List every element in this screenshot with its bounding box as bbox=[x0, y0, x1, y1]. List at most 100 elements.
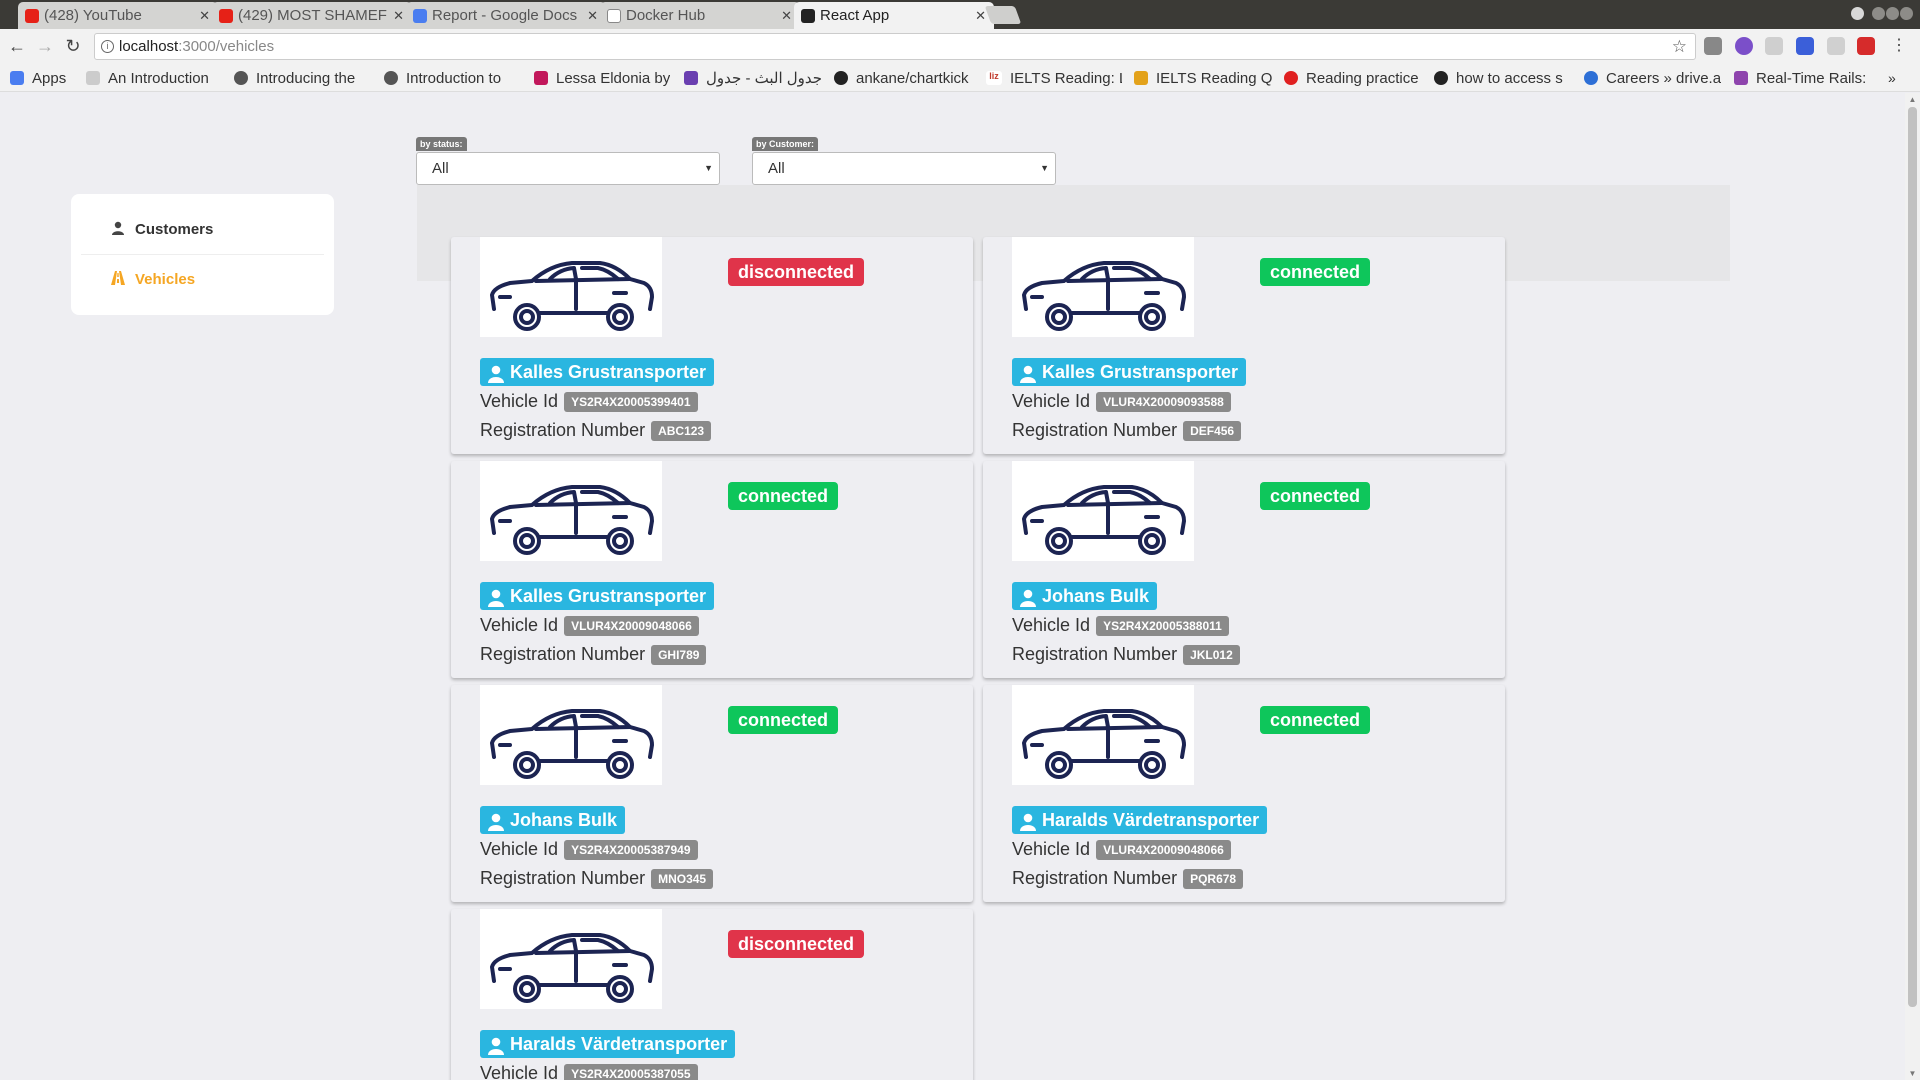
vehicle-id-value: YS2R4X20005399401 bbox=[564, 391, 698, 412]
vehicle-id-row: Vehicle Id VLUR4X20009048066 bbox=[480, 615, 699, 636]
star-icon[interactable]: ☆ bbox=[1672, 34, 1687, 59]
extension-icon[interactable] bbox=[1735, 37, 1753, 55]
tab-docker-hub[interactable]: Docker Hub ✕ bbox=[600, 2, 800, 29]
scroll-down-icon[interactable]: ▼ bbox=[1908, 1069, 1917, 1078]
bookmark-apps[interactable]: Apps bbox=[10, 68, 78, 88]
url-host: localhost bbox=[119, 38, 179, 55]
bookmark-item[interactable]: جدول البث - جدول bbox=[684, 68, 822, 88]
status-filter-label: by status: bbox=[416, 137, 467, 151]
sidebar: Customers Vehicles bbox=[71, 194, 334, 315]
extension-icon[interactable] bbox=[1765, 37, 1783, 55]
bookmark-item[interactable]: IELTS Reading Q bbox=[1134, 68, 1272, 88]
address-bar[interactable]: i localhost:3000/vehicles ☆ bbox=[94, 33, 1696, 60]
customer-badge[interactable]: Johans Bulk bbox=[480, 806, 626, 834]
bookmark-item[interactable]: Introducing the bbox=[234, 68, 368, 88]
close-icon[interactable]: ✕ bbox=[587, 8, 598, 24]
vehicle-id-label: Vehicle Id bbox=[1012, 391, 1091, 411]
bookmark-item[interactable]: Introduction to bbox=[384, 68, 520, 88]
car-icon bbox=[480, 909, 662, 1009]
menu-icon[interactable]: ⋮ bbox=[1888, 35, 1910, 57]
tab-youtube[interactable]: (428) YouTube ✕ bbox=[18, 2, 218, 29]
youtube-icon bbox=[219, 9, 233, 23]
scroll-up-icon[interactable]: ▲ bbox=[1908, 95, 1917, 104]
close-icon[interactable]: ✕ bbox=[975, 8, 986, 24]
back-button[interactable]: ← bbox=[6, 35, 28, 57]
bookmark-item[interactable]: Careers » drive.a bbox=[1584, 68, 1722, 88]
bookmark-item[interactable]: how to access s bbox=[1434, 68, 1572, 88]
vehicle-card: disconnected Haralds Värdetransporter Ve… bbox=[451, 909, 973, 1080]
status-badge: connected bbox=[728, 706, 839, 734]
scrollbar-thumb[interactable] bbox=[1908, 107, 1917, 1007]
vehicle-id-row: Vehicle Id VLUR4X20009093588 bbox=[1012, 391, 1231, 412]
minimize-button[interactable] bbox=[1872, 7, 1885, 20]
apps-grid-icon bbox=[10, 71, 24, 85]
user-icon bbox=[1020, 587, 1036, 607]
close-icon[interactable]: ✕ bbox=[199, 8, 210, 24]
registration-row: Registration Number MNO345 bbox=[480, 868, 714, 889]
customer-badge[interactable]: Kalles Grustransporter bbox=[480, 358, 715, 386]
profile-icon[interactable] bbox=[1851, 7, 1864, 20]
registration-row: Registration Number PQR678 bbox=[1012, 868, 1244, 889]
scrollbar[interactable]: ▲ ▼ bbox=[1905, 93, 1920, 1080]
vehicle-id-value: VLUR4X20009048066 bbox=[564, 615, 699, 636]
registration-value: DEF456 bbox=[1183, 420, 1242, 441]
h-icon bbox=[1734, 71, 1748, 85]
car-icon bbox=[480, 461, 662, 561]
sidebar-item-vehicles[interactable]: Vehicles bbox=[81, 254, 324, 304]
customer-badge[interactable]: Haralds Värdetransporter bbox=[480, 1030, 736, 1058]
customer-filter-label: by Customer: bbox=[752, 137, 819, 151]
sidebar-item-label: Vehicles bbox=[135, 271, 196, 288]
close-icon[interactable]: ✕ bbox=[781, 8, 792, 24]
react-icon bbox=[801, 9, 815, 23]
extension-icon[interactable] bbox=[1827, 37, 1845, 55]
vehicle-id-label: Vehicle Id bbox=[480, 839, 559, 859]
more-bookmarks-icon[interactable]: » bbox=[1888, 68, 1908, 88]
vehicle-card: connected Johans Bulk Vehicle Id YS2R4X2… bbox=[983, 461, 1505, 678]
vehicle-id-row: Vehicle Id YS2R4X20005387949 bbox=[480, 839, 698, 860]
close-window-button[interactable] bbox=[1900, 7, 1913, 20]
customer-badge[interactable]: Kalles Grustransporter bbox=[1012, 358, 1247, 386]
extension-icon[interactable] bbox=[1704, 37, 1722, 55]
customer-badge[interactable]: Haralds Värdetransporter bbox=[1012, 806, 1268, 834]
vehicle-card: connected Haralds Värdetransporter Vehic… bbox=[983, 685, 1505, 902]
registration-label: Registration Number bbox=[480, 868, 646, 888]
bookmark-item[interactable]: ankane/chartkick bbox=[834, 68, 974, 88]
customer-name: Johans Bulk bbox=[510, 810, 618, 830]
registration-value: GHI789 bbox=[651, 644, 707, 665]
page: Customers Vehicles by status: All ▼ by C… bbox=[0, 93, 1905, 1080]
customer-name: Johans Bulk bbox=[1042, 586, 1150, 606]
registration-value: JKL012 bbox=[1183, 644, 1240, 665]
customer-badge[interactable]: Kalles Grustransporter bbox=[480, 582, 715, 610]
extension-icon[interactable] bbox=[1857, 37, 1875, 55]
bookmark-item[interactable]: An Introduction bbox=[86, 68, 224, 88]
maximize-button[interactable] bbox=[1886, 7, 1899, 20]
tab-strip: (428) YouTube ✕ (429) MOST SHAMEFUL ✕ Re… bbox=[0, 0, 1920, 29]
bookmark-item[interactable]: Real-Time Rails: bbox=[1734, 68, 1870, 88]
extension-icon[interactable] bbox=[1796, 37, 1814, 55]
registration-label: Registration Number bbox=[480, 644, 646, 664]
customer-select[interactable]: All ▼ bbox=[752, 152, 1056, 185]
vehicle-id-row: Vehicle Id YS2R4X20005399401 bbox=[480, 391, 698, 412]
road-icon bbox=[111, 271, 125, 288]
tab-react-app[interactable]: React App ✕ bbox=[794, 2, 994, 29]
close-icon[interactable]: ✕ bbox=[393, 8, 404, 24]
reload-button[interactable]: ↻ bbox=[62, 35, 84, 57]
bookmark-item[interactable]: Reading practice bbox=[1284, 68, 1422, 88]
tab-youtube-2[interactable]: (429) MOST SHAMEFUL ✕ bbox=[212, 2, 412, 29]
registration-row: Registration Number JKL012 bbox=[1012, 644, 1240, 665]
tab-google-docs[interactable]: Report - Google Docs ✕ bbox=[406, 2, 606, 29]
bookmark-item[interactable]: liz IELTS Reading: L bbox=[986, 68, 1122, 88]
bookmark-item[interactable]: Lessa Eldonia by bbox=[534, 68, 670, 88]
forward-button[interactable]: → bbox=[34, 35, 56, 57]
info-icon[interactable]: i bbox=[101, 40, 114, 53]
github-icon bbox=[834, 71, 848, 85]
customer-badge[interactable]: Johans Bulk bbox=[1012, 582, 1158, 610]
sidebar-item-customers[interactable]: Customers bbox=[81, 204, 324, 254]
registration-label: Registration Number bbox=[1012, 644, 1178, 664]
new-tab-button[interactable] bbox=[984, 6, 1022, 24]
user-icon bbox=[488, 1035, 504, 1055]
status-select[interactable]: All ▼ bbox=[416, 152, 720, 185]
vehicle-id-value: YS2R4X20005387949 bbox=[564, 839, 698, 860]
globe-icon bbox=[1584, 71, 1598, 85]
customer-name: Haralds Värdetransporter bbox=[1042, 810, 1260, 830]
